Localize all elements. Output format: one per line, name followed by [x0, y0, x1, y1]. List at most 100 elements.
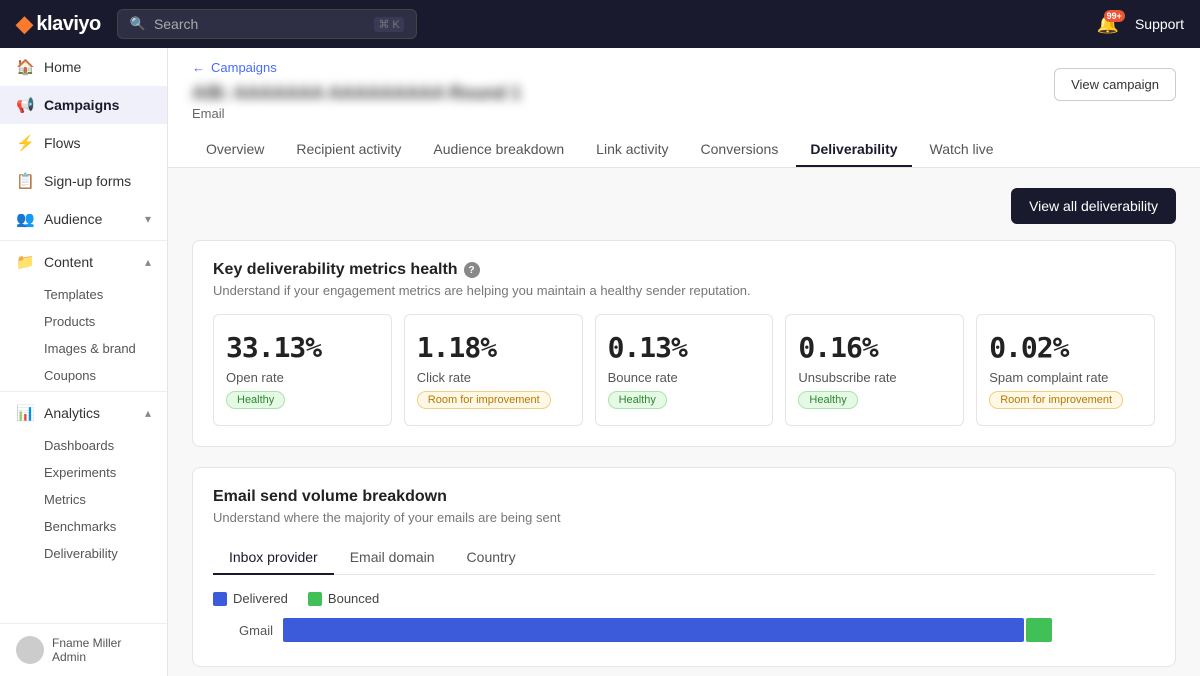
sidebar-item-analytics[interactable]: 📊 Analytics ▴: [0, 394, 167, 432]
notif-badge: 99+: [1104, 10, 1125, 23]
metric-label: Bounce rate: [608, 370, 761, 385]
user-profile[interactable]: Fname Miller Admin: [0, 623, 167, 676]
metrics-card-subtitle: Understand if your engagement metrics ar…: [213, 283, 1155, 298]
campaign-title: A/B: AAAAAAA AAAAAAAAA Round 1: [192, 83, 521, 104]
metrics-card-title: Key deliverability metrics health ?: [213, 261, 1155, 279]
content-area: ← Campaigns A/B: AAAAAAA AAAAAAAAA Round…: [168, 48, 1200, 676]
avatar: [16, 636, 44, 664]
bar-chart: Gmail: [213, 618, 1155, 642]
sidebar-sub-deliverability[interactable]: Deliverability: [0, 540, 167, 567]
sidebar-sub-products[interactable]: Products: [0, 308, 167, 335]
metric-badge: Room for improvement: [989, 391, 1123, 409]
sidebar-item-audience[interactable]: 👥 Audience ▾: [0, 200, 167, 238]
sidebar-item-label: Content: [44, 254, 93, 270]
legend-dot-delivered: [213, 592, 227, 606]
metric-value: 1.18%: [417, 331, 570, 364]
metric-label: Click rate: [417, 370, 570, 385]
breadcrumb-label: Campaigns: [211, 60, 277, 75]
metric-value: 0.16%: [798, 331, 951, 364]
legend-delivered: Delivered: [213, 591, 288, 606]
sidebar-item-flows[interactable]: ⚡ Flows: [0, 124, 167, 162]
sidebar-item-home[interactable]: 🏠 Home: [0, 48, 167, 86]
view-all-deliverability-button[interactable]: View all deliverability: [1011, 188, 1176, 224]
logo-icon: ◆: [16, 11, 32, 37]
bar-label-gmail: Gmail: [213, 623, 273, 638]
metric-unsub-rate: 0.16% Unsubscribe rate Healthy: [785, 314, 964, 426]
volume-tab-inbox-provider[interactable]: Inbox provider: [213, 541, 334, 575]
volume-tabs: Inbox provider Email domain Country: [213, 541, 1155, 575]
topnav: ◆ klaviyo 🔍 Search ⌘ K 🔔 99+ Support: [0, 0, 1200, 48]
metric-badge: Room for improvement: [417, 391, 551, 409]
metric-value: 33.13%: [226, 331, 379, 364]
notifications-button[interactable]: 🔔 99+: [1097, 14, 1119, 35]
legend-bounced: Bounced: [308, 591, 379, 606]
tab-conversions[interactable]: Conversions: [687, 133, 793, 167]
audience-chevron: ▾: [145, 212, 151, 226]
sidebar-sub-dashboards[interactable]: Dashboards: [0, 432, 167, 459]
bar-container: [283, 618, 1155, 642]
search-placeholder: Search: [154, 16, 198, 32]
view-all-row: View all deliverability: [192, 188, 1176, 224]
sidebar-sub-experiments[interactable]: Experiments: [0, 459, 167, 486]
metrics-card: Key deliverability metrics health ? Unde…: [192, 240, 1176, 447]
bar-row-gmail: Gmail: [213, 618, 1155, 642]
home-icon: 🏠: [16, 58, 34, 76]
sidebar-sub-images-brand[interactable]: Images & brand: [0, 335, 167, 362]
signup-forms-icon: 📋: [16, 172, 34, 190]
metric-label: Open rate: [226, 370, 379, 385]
info-icon[interactable]: ?: [464, 262, 480, 278]
content-icon: 📁: [16, 253, 34, 271]
breadcrumb-arrow: ←: [192, 60, 205, 75]
sidebar-item-campaigns[interactable]: 📢 Campaigns: [0, 86, 167, 124]
tab-link-activity[interactable]: Link activity: [582, 133, 682, 167]
main-layout: 🏠 Home 📢 Campaigns ⚡ Flows 📋 Sign-up for…: [0, 48, 1200, 676]
sidebar-sub-metrics[interactable]: Metrics: [0, 486, 167, 513]
campaigns-icon: 📢: [16, 96, 34, 114]
search-kbd: ⌘ K: [374, 17, 403, 32]
volume-card-title: Email send volume breakdown: [213, 488, 1155, 506]
topnav-right: 🔔 99+ Support: [1097, 14, 1184, 35]
sidebar-sub-templates[interactable]: Templates: [0, 281, 167, 308]
campaign-type: Email: [192, 106, 521, 121]
tab-watch-live[interactable]: Watch live: [916, 133, 1008, 167]
metric-spam-rate: 0.02% Spam complaint rate Room for impro…: [976, 314, 1155, 426]
sidebar-item-label: Audience: [44, 211, 102, 227]
tab-recipient-activity[interactable]: Recipient activity: [282, 133, 415, 167]
metric-badge: Healthy: [798, 391, 857, 409]
volume-tab-email-domain[interactable]: Email domain: [334, 541, 451, 575]
analytics-icon: 📊: [16, 404, 34, 422]
tab-overview[interactable]: Overview: [192, 133, 278, 167]
volume-tab-country[interactable]: Country: [451, 541, 532, 575]
flows-icon: ⚡: [16, 134, 34, 152]
metric-value: 0.13%: [608, 331, 761, 364]
sidebar-item-content[interactable]: 📁 Content ▴: [0, 243, 167, 281]
metric-value: 0.02%: [989, 331, 1142, 364]
view-campaign-button[interactable]: View campaign: [1054, 68, 1176, 101]
volume-card-subtitle: Understand where the majority of your em…: [213, 510, 1155, 525]
sidebar-item-label: Flows: [44, 135, 81, 151]
legend-dot-bounced: [308, 592, 322, 606]
logo-text: klaviyo: [36, 13, 100, 36]
sidebar-item-label: Sign-up forms: [44, 173, 131, 189]
breadcrumb[interactable]: ← Campaigns: [192, 60, 521, 75]
metric-badge: Healthy: [226, 391, 285, 409]
bar-delivered-gmail: [283, 618, 1024, 642]
divider2: [0, 391, 167, 392]
audience-icon: 👥: [16, 210, 34, 228]
search-icon: 🔍: [130, 16, 146, 32]
sidebar-sub-benchmarks[interactable]: Benchmarks: [0, 513, 167, 540]
metric-label: Unsubscribe rate: [798, 370, 951, 385]
metric-label: Spam complaint rate: [989, 370, 1142, 385]
content-chevron: ▴: [145, 255, 151, 269]
sidebar-item-label: Analytics: [44, 405, 100, 421]
sidebar-item-signup-forms[interactable]: 📋 Sign-up forms: [0, 162, 167, 200]
sidebar-item-label: Home: [44, 59, 81, 75]
tab-deliverability[interactable]: Deliverability: [796, 133, 911, 167]
search-bar[interactable]: 🔍 Search ⌘ K: [117, 9, 417, 39]
support-link[interactable]: Support: [1135, 16, 1184, 32]
metric-open-rate: 33.13% Open rate Healthy: [213, 314, 392, 426]
tab-audience-breakdown[interactable]: Audience breakdown: [419, 133, 578, 167]
sidebar-sub-coupons[interactable]: Coupons: [0, 362, 167, 389]
volume-card: Email send volume breakdown Understand w…: [192, 467, 1176, 667]
deliverability-content: View all deliverability Key deliverabili…: [168, 168, 1200, 676]
